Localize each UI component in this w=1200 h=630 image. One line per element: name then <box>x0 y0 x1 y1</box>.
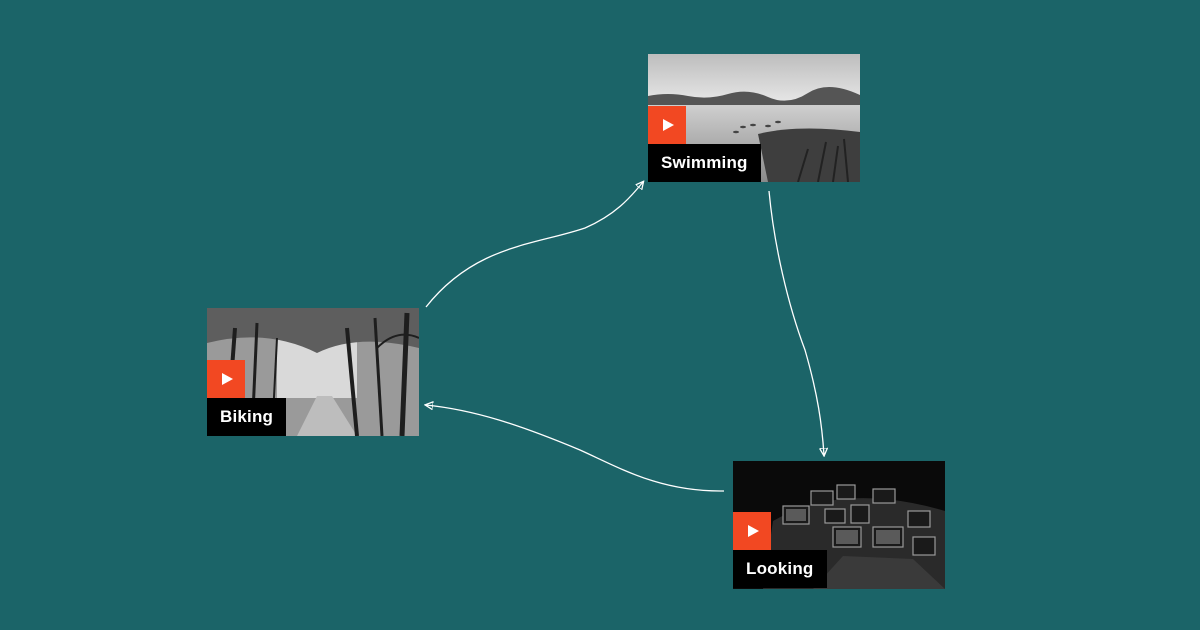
card-label: Biking <box>207 398 287 436</box>
play-icon <box>663 119 674 131</box>
card-label: Looking <box>733 550 827 588</box>
arrow-looking-to-biking <box>426 405 725 492</box>
video-card-looking[interactable]: Looking <box>733 461 945 589</box>
play-button[interactable] <box>733 512 771 550</box>
play-icon <box>748 525 759 537</box>
connector-layer <box>0 0 1200 492</box>
play-icon <box>222 373 233 385</box>
play-button[interactable] <box>207 360 245 398</box>
video-card-biking[interactable]: Biking <box>207 308 419 436</box>
arrow-biking-to-swimming <box>425 182 643 308</box>
video-card-swimming[interactable]: Swimming <box>648 54 860 182</box>
diagram-canvas: Swimming Biking Looking <box>0 0 1200 630</box>
card-label: Swimming <box>648 144 761 182</box>
play-button[interactable] <box>648 106 686 144</box>
arrow-swimming-to-looking <box>768 190 824 455</box>
